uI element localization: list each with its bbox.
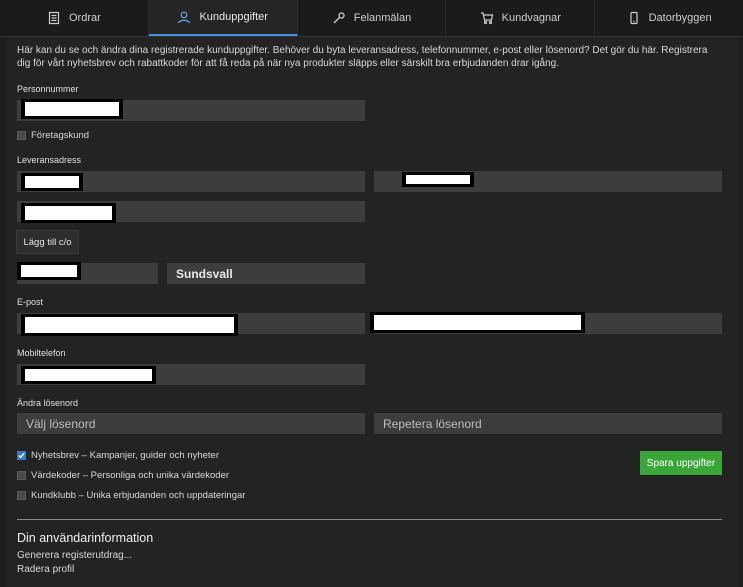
generate-register-extract-link[interactable]: Generera registerutdrag... [17, 550, 132, 561]
epost-label: E-post [17, 297, 44, 307]
customer-details-panel: Här kan du se och ändra dina registrerad… [6, 37, 738, 587]
tab-label: Ordrar [69, 12, 101, 24]
checkmark-icon [18, 452, 25, 459]
value-codes-checkbox[interactable]: Värdekoder – Personliga och unika värdek… [17, 470, 229, 481]
checkbox-box [17, 131, 26, 140]
user-info-title: Din användarinformation [17, 531, 154, 545]
newsletter-checkbox[interactable]: Nyhetsbrev – Kampanjer, guider och nyhet… [17, 450, 219, 461]
tab-bar: Ordrar Kunduppgifter Felanmälan Kundvagn… [0, 0, 743, 37]
redacted-block [21, 173, 83, 191]
leveransadress-label: Leveransadress [17, 155, 82, 165]
checkbox-label: Företagskund [31, 130, 90, 141]
mobiltelefon-label: Mobiltelefon [17, 348, 66, 358]
repeat-password-input[interactable] [374, 413, 722, 434]
tab-label: Kunduppgifter [199, 11, 268, 23]
save-button[interactable]: Spara uppgifter [640, 451, 722, 475]
tab-ordrar[interactable]: Ordrar [0, 0, 149, 36]
wrench-icon [333, 12, 345, 24]
redacted-block [370, 312, 585, 333]
tab-kundvagnar[interactable]: Kundvagnar [446, 0, 596, 36]
checkbox-label: Kundklubb – Unika erbjudanden och uppdat… [31, 490, 246, 501]
redacted-block [17, 262, 81, 280]
divider [17, 519, 722, 520]
intro-text: Här kan du se och ändra dina registrerad… [17, 45, 708, 69]
checkbox-box [17, 491, 26, 500]
cart-icon [480, 12, 493, 25]
tab-datorbyggen[interactable]: Datorbyggen [595, 0, 743, 36]
customer-club-checkbox[interactable]: Kundklubb – Unika erbjudanden och uppdat… [17, 490, 245, 501]
redacted-block [21, 99, 123, 119]
document-icon [48, 11, 60, 25]
city-input[interactable] [167, 263, 365, 284]
personnummer-label: Personnummer [17, 84, 79, 94]
foretagskund-checkbox[interactable]: Företagskund [17, 130, 89, 141]
andra-losenord-label: Ändra lösenord [17, 398, 79, 408]
tab-kunduppgifter[interactable]: Kunduppgifter [148, 0, 298, 36]
checkbox-label: Värdekoder – Personliga och unika värdek… [31, 470, 230, 481]
checkbox-label: Nyhetsbrev – Kampanjer, guider och nyhet… [31, 450, 219, 461]
delete-profile-link[interactable]: Radera profil [17, 564, 74, 575]
checkbox-box [17, 471, 26, 480]
password-input[interactable] [17, 413, 365, 434]
tab-label: Kundvagnar [501, 12, 561, 24]
add-co-button[interactable]: Lägg till c/o [16, 230, 79, 254]
redacted-block [21, 314, 238, 336]
redacted-block [21, 203, 116, 223]
tab-felanmalan[interactable]: Felanmälan [298, 0, 447, 36]
checkbox-box [17, 451, 26, 460]
redacted-block [21, 366, 156, 384]
phone-icon [629, 11, 638, 25]
redacted-block [402, 172, 474, 187]
tab-label: Felanmälan [353, 12, 412, 24]
tab-label: Datorbyggen [648, 12, 712, 24]
user-icon [178, 11, 191, 24]
